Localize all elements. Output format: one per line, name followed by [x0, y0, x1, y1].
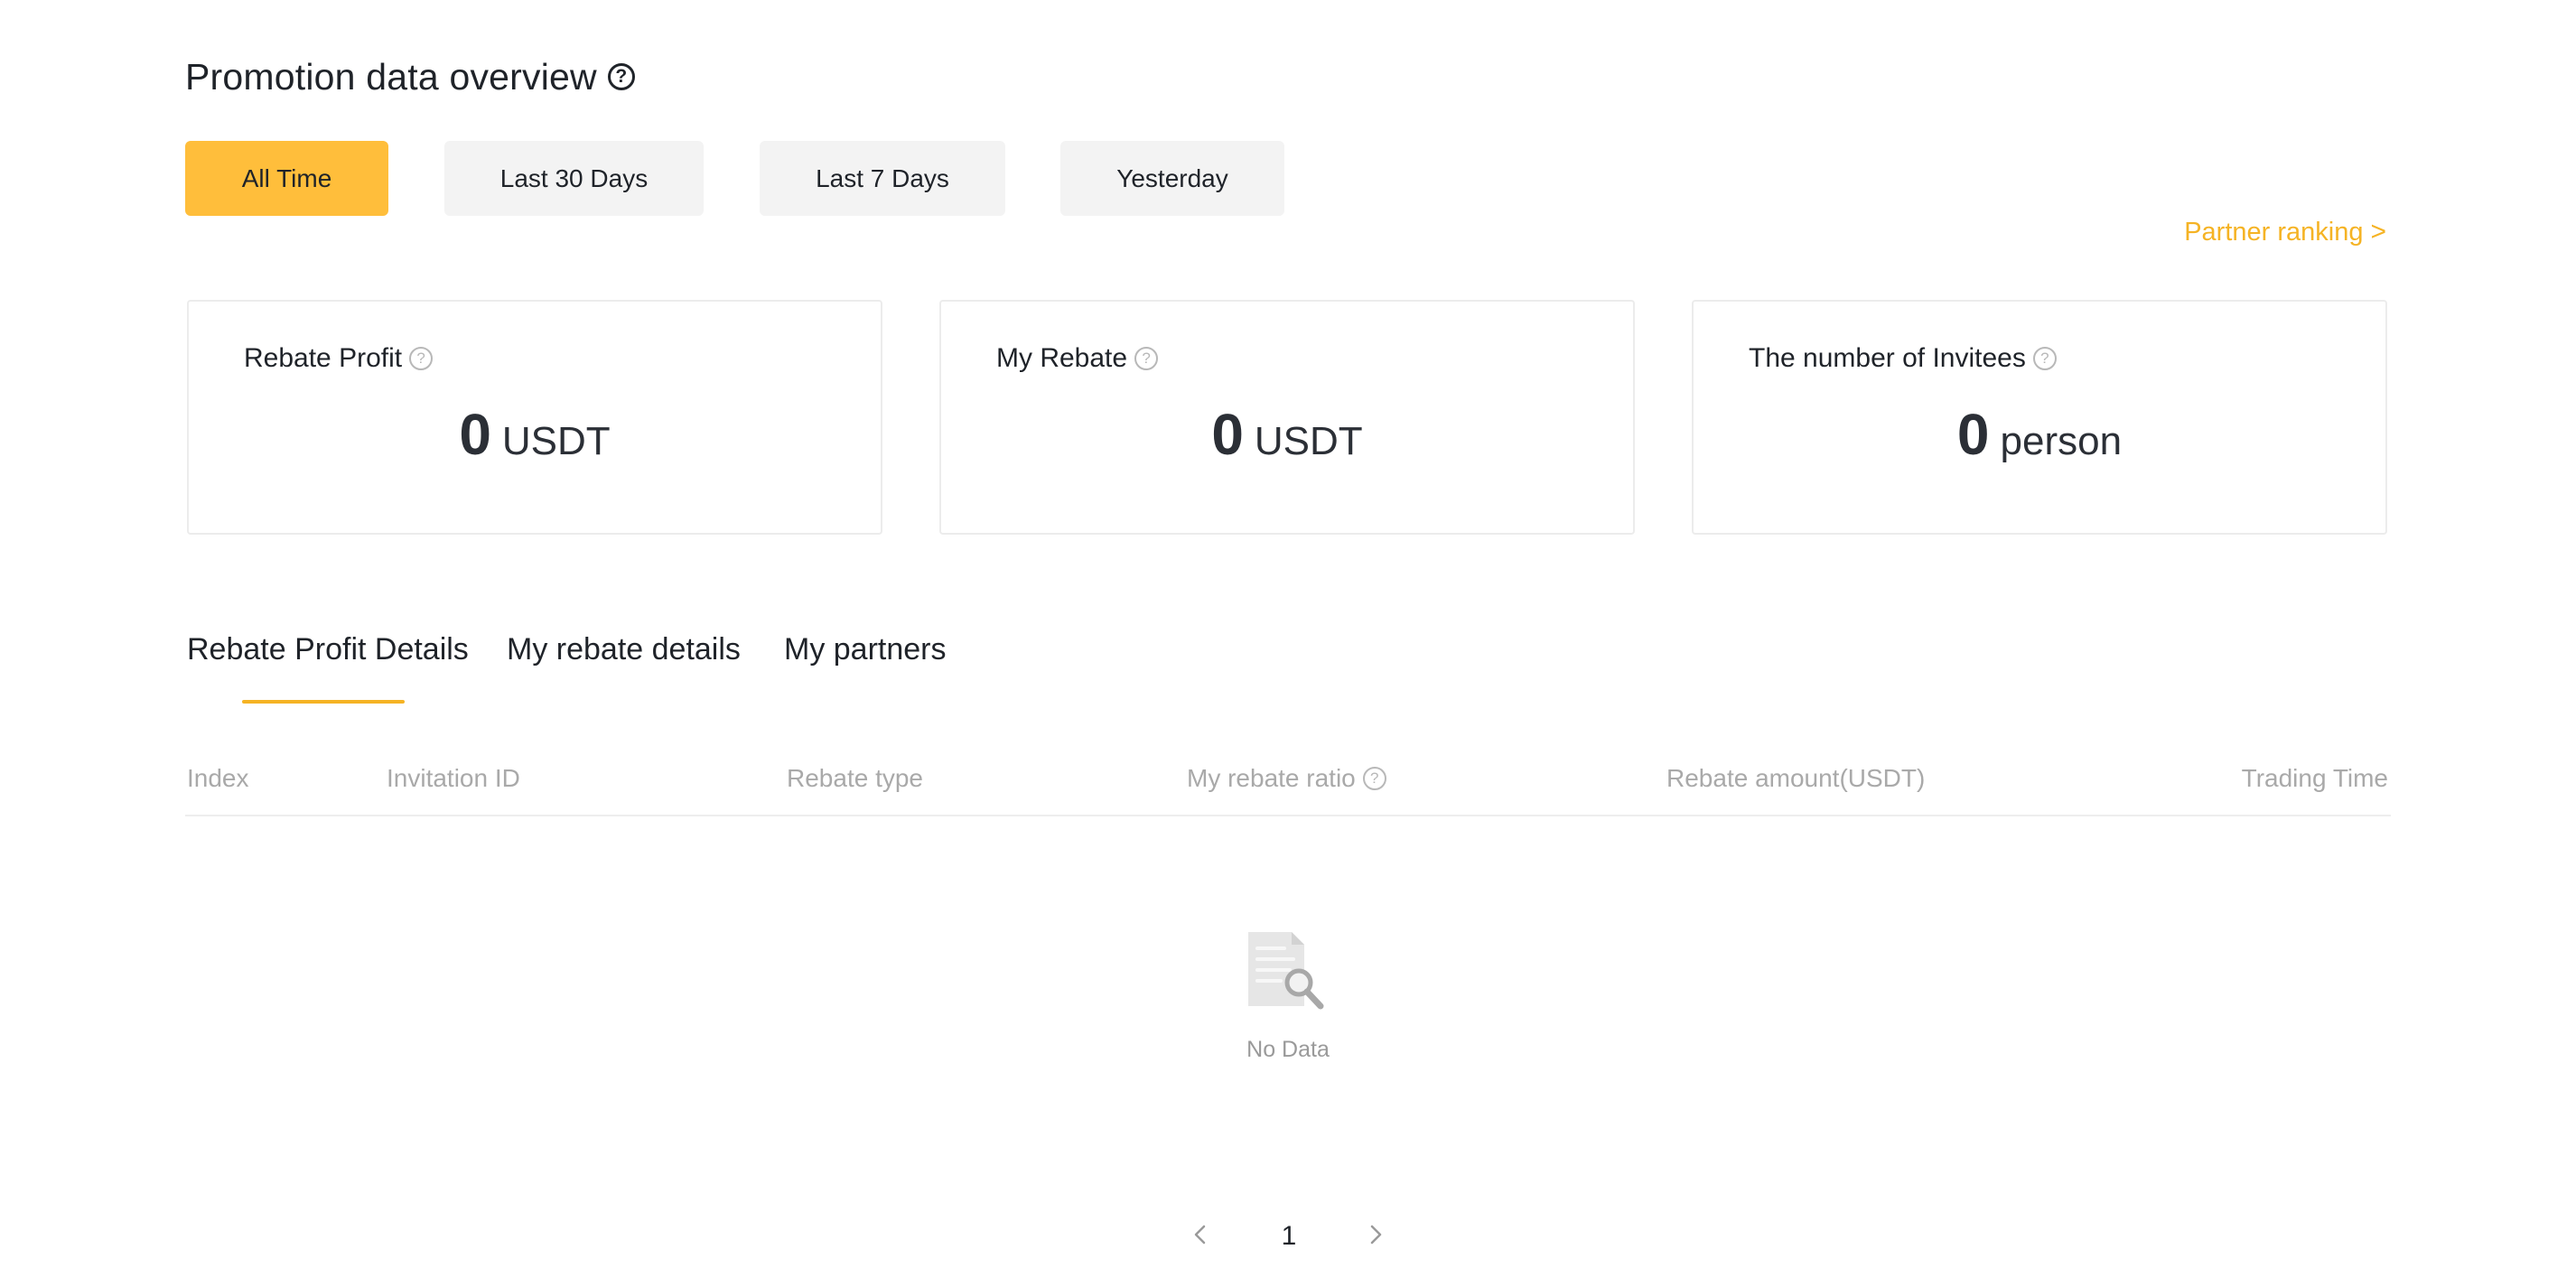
partner-ranking-label: Partner ranking: [2184, 217, 2364, 247]
question-circle-icon[interactable]: ?: [1362, 767, 1386, 790]
chevron-right-icon[interactable]: [1362, 1221, 1389, 1248]
question-circle-icon[interactable]: ?: [409, 347, 434, 370]
stat-card-label: The number of Invitees: [1749, 343, 2026, 373]
promotion-page: Promotion data overview ? All Time Last …: [0, 0, 2576, 1268]
partner-ranking-link[interactable]: Partner ranking >: [2184, 217, 2386, 247]
column-header-rebate-type: Rebate type: [787, 764, 923, 793]
column-header-label: Rebate amount(USDT): [1666, 764, 1926, 792]
stat-card-unit: person: [2000, 419, 2123, 463]
chevron-right-icon: >: [2370, 217, 2386, 247]
stat-card-header: The number of Invitees ?: [1749, 343, 2057, 374]
column-header-label: Index: [187, 764, 249, 792]
page-title: Promotion data overview: [185, 55, 597, 98]
column-header-index: Index: [187, 764, 249, 793]
stat-card-unit: USDT: [501, 419, 611, 463]
active-tab-indicator: [242, 700, 405, 704]
column-header-label: Invitation ID: [387, 764, 520, 792]
stat-card-value-row: 0 person: [1694, 401, 2385, 468]
chevron-left-icon[interactable]: [1187, 1221, 1214, 1248]
stat-card-unit: USDT: [1254, 419, 1363, 463]
tab-my-rebate-details[interactable]: My rebate details: [507, 632, 741, 667]
question-circle-icon[interactable]: ?: [1134, 347, 1159, 370]
question-circle-icon[interactable]: ?: [607, 63, 635, 90]
column-header-invitation-id: Invitation ID: [387, 764, 520, 793]
period-all-time-button[interactable]: All Time: [185, 141, 388, 216]
tab-my-partners[interactable]: My partners: [784, 632, 947, 667]
stat-card-value-row: 0 USDT: [941, 401, 1633, 468]
stat-card-value: 0: [459, 402, 491, 467]
column-header-trading-time: Trading Time: [2242, 764, 2388, 793]
period-yesterday-button[interactable]: Yesterday: [1060, 141, 1284, 216]
stat-card-value: 0: [1956, 402, 1990, 467]
stat-card-label: Rebate Profit: [244, 343, 403, 373]
column-header-rebate-amount: Rebate amount(USDT): [1666, 764, 1925, 793]
document-search-icon: [1248, 932, 1324, 1010]
question-circle-icon[interactable]: ?: [2032, 347, 2057, 370]
stat-card-header: Rebate Profit ?: [244, 343, 434, 374]
period-last-30-days-button[interactable]: Last 30 Days: [444, 141, 704, 216]
stat-card-invitees: The number of Invitees ? 0 person: [1692, 300, 2387, 535]
page-header: Promotion data overview ?: [185, 52, 635, 101]
table-header-divider: [185, 815, 2391, 816]
period-last-7-days-button[interactable]: Last 7 Days: [760, 141, 1005, 216]
stat-card-label: My Rebate: [996, 343, 1128, 373]
tab-rebate-profit-details[interactable]: Rebate Profit Details: [187, 632, 469, 667]
stat-card-rebate-profit: Rebate Profit ? 0 USDT: [187, 300, 882, 535]
stat-card-header: My Rebate ?: [996, 343, 1159, 374]
column-header-label: Trading Time: [2241, 764, 2388, 792]
stat-card-my-rebate: My Rebate ? 0 USDT: [939, 300, 1635, 535]
page-number-current[interactable]: 1: [1274, 1221, 1304, 1252]
stat-card-value: 0: [1211, 402, 1244, 467]
stat-card-value-row: 0 USDT: [189, 401, 881, 468]
empty-state-text: No Data: [1246, 1037, 1330, 1062]
column-header-label: My rebate ratio: [1187, 764, 1356, 792]
column-header-my-rebate-ratio: My rebate ratio ?: [1187, 764, 1386, 793]
column-header-label: Rebate type: [787, 764, 923, 792]
